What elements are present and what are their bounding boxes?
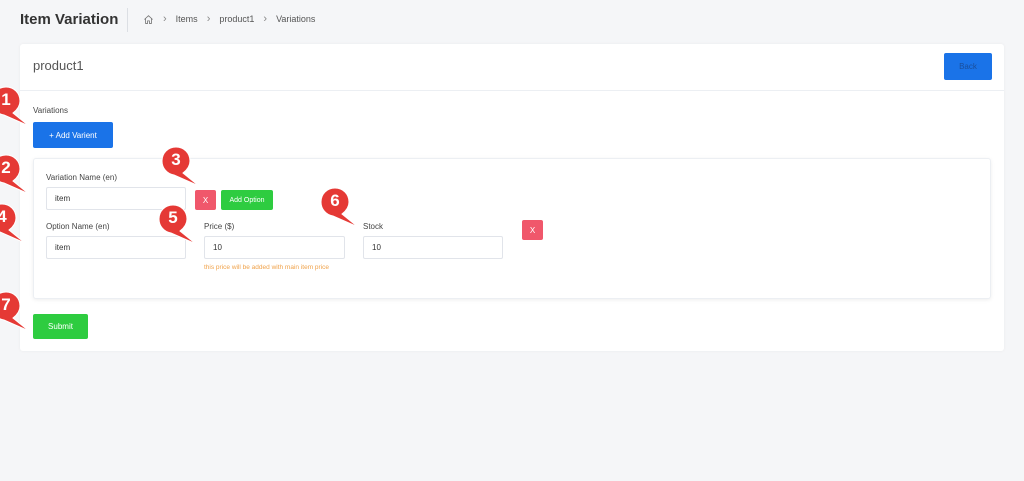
stock-label: Stock (363, 222, 384, 231)
breadcrumb: › Items › product1 › Variations (143, 13, 315, 25)
home-icon[interactable] (143, 14, 154, 25)
add-variant-button[interactable]: + Add Varient (33, 122, 113, 148)
variation-name-label: Variation Name (en) (46, 173, 117, 182)
marker-number: 3 (171, 150, 181, 169)
annotation-marker-5: 5 (158, 204, 198, 248)
breadcrumb-items[interactable]: Items (176, 14, 198, 24)
card-title: product1 (33, 58, 84, 73)
marker-number: 7 (1, 295, 11, 314)
marker-number: 2 (1, 158, 11, 177)
variations-label: Variations (33, 106, 68, 115)
price-input[interactable] (204, 236, 345, 259)
card-header: product1 Back (20, 44, 1004, 91)
annotation-marker-7: 7 (0, 291, 31, 335)
marker-number: 4 (0, 207, 7, 226)
annotation-marker-2: 2 (0, 154, 31, 198)
option-name-label: Option Name (en) (46, 222, 110, 231)
breadcrumb-variations: Variations (276, 14, 316, 24)
annotation-marker-1: 1 (0, 86, 31, 130)
marker-number: 1 (1, 90, 11, 109)
price-hint: this price will be added with main item … (204, 264, 329, 271)
annotation-marker-6: 6 (320, 187, 360, 231)
chevron-right-icon: › (263, 13, 268, 25)
marker-number: 6 (330, 191, 340, 210)
annotation-marker-3: 3 (161, 146, 201, 190)
submit-button[interactable]: Submit (33, 314, 88, 339)
stock-input[interactable] (363, 236, 503, 259)
add-option-button[interactable]: Add Option (221, 190, 273, 210)
annotation-marker-4: 4 (0, 203, 27, 247)
price-label: Price ($) (204, 222, 235, 231)
title-divider (127, 8, 128, 32)
chevron-right-icon: › (163, 13, 167, 25)
page-header: Item Variation › Items › product1 › Vari… (0, 0, 1024, 40)
chevron-right-icon: › (206, 13, 211, 25)
page-title: Item Variation (20, 11, 119, 28)
back-button[interactable]: Back (944, 53, 992, 80)
breadcrumb-product[interactable]: product1 (219, 14, 254, 24)
remove-option-button[interactable]: X (522, 220, 543, 240)
marker-number: 5 (168, 208, 178, 227)
remove-variation-button[interactable]: X (195, 190, 216, 210)
